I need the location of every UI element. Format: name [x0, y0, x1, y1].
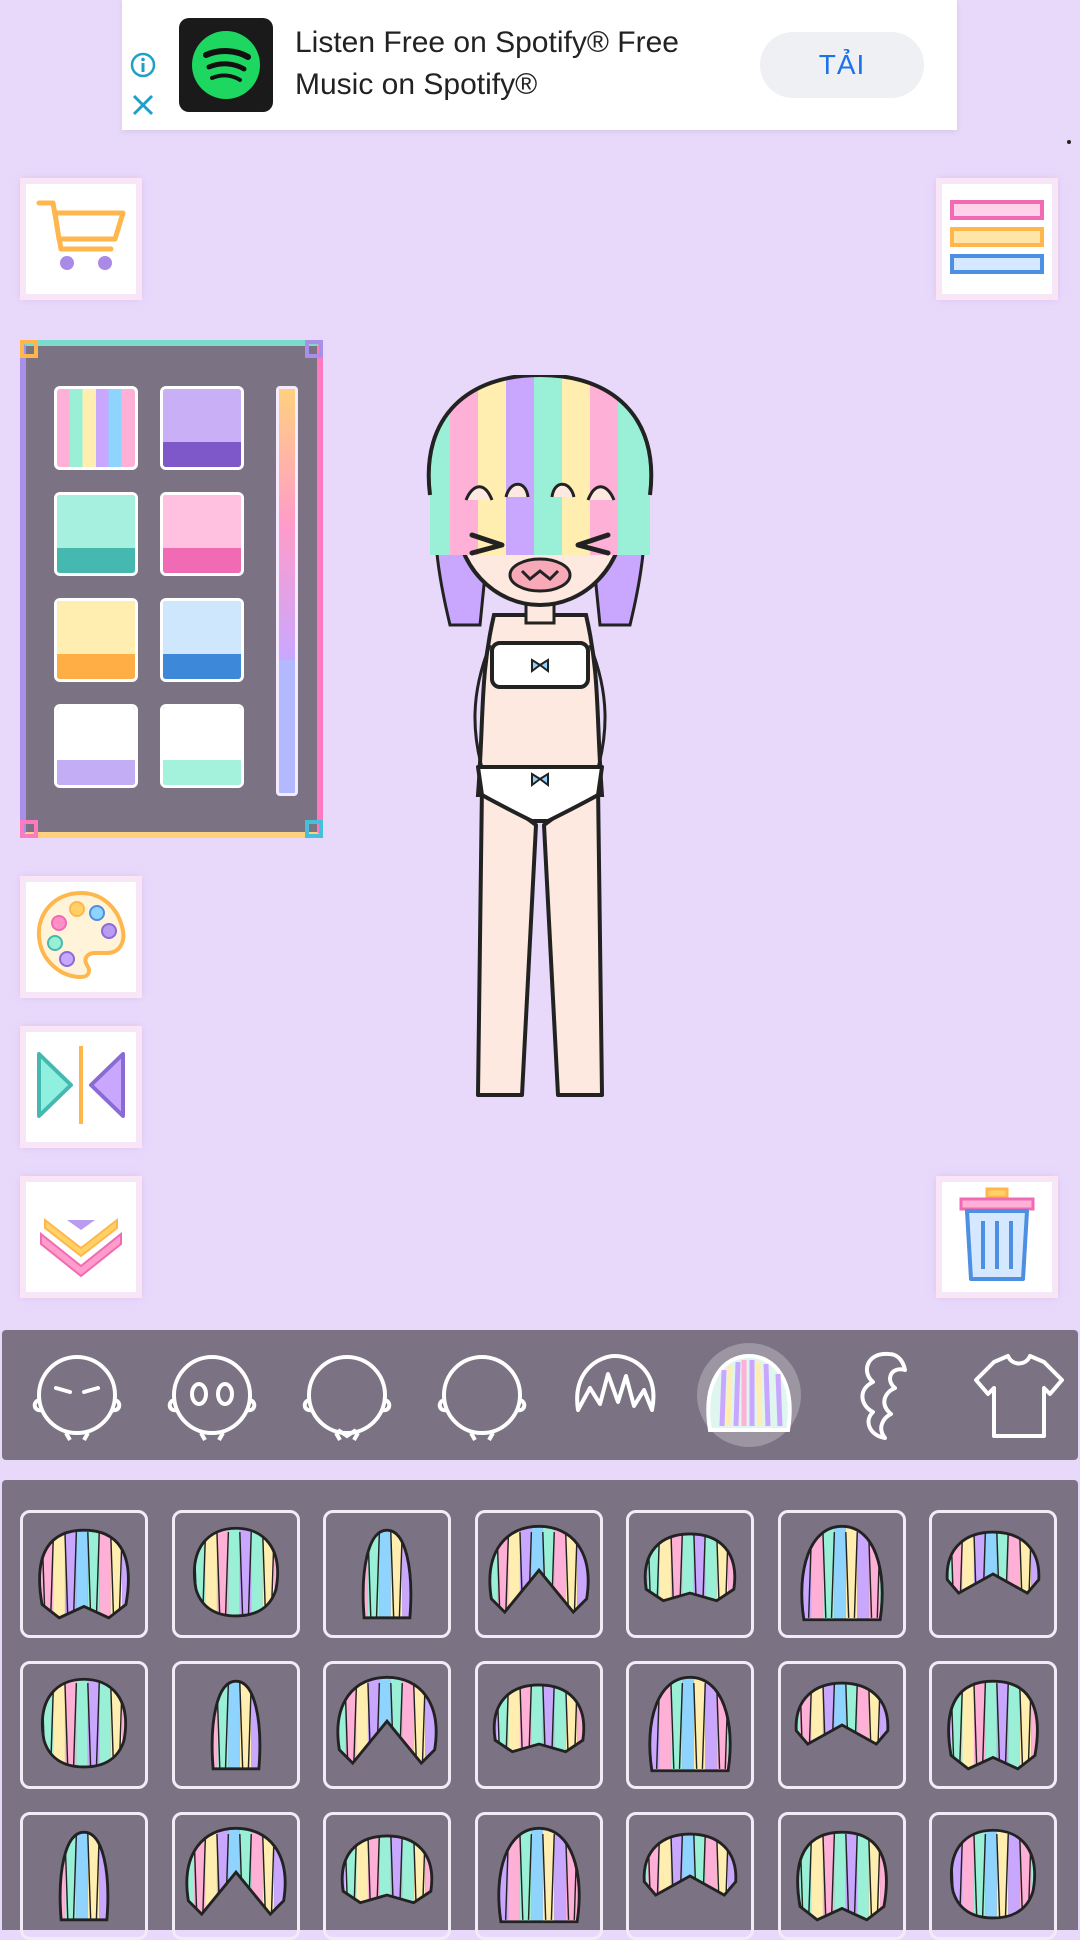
hair-item[interactable] [20, 1812, 148, 1940]
category-face-mouth-icon[interactable] [292, 1340, 402, 1450]
info-icon[interactable] [130, 52, 156, 78]
hair-thumbnail-icon [945, 1530, 1041, 1595]
face-blank-icon [437, 1355, 527, 1441]
category-hair-bangs-icon[interactable] [694, 1340, 804, 1450]
color-swatch-white-mint[interactable] [160, 704, 244, 788]
character-preview [410, 372, 670, 1105]
menu-icon [949, 196, 1045, 283]
hair-thumbnail-icon [642, 1832, 738, 1897]
hair-thumbnail-icon [336, 1675, 438, 1766]
flip-button[interactable] [22, 1028, 140, 1146]
category-hair-long-icon[interactable] [827, 1340, 937, 1450]
hair-thumbnail-icon [340, 1834, 434, 1905]
hair-thumbnail-icon [488, 1524, 589, 1615]
category-hair-short-icon[interactable] [560, 1340, 670, 1450]
color-slider[interactable] [276, 386, 298, 796]
hair-item[interactable] [171, 1661, 300, 1789]
hair-thumbnail-icon [185, 1826, 286, 1917]
hair-thumbnail-icon [38, 1528, 130, 1620]
hair-item[interactable] [929, 1510, 1057, 1638]
hair-item[interactable] [777, 1510, 906, 1638]
category-shirt-icon[interactable] [964, 1340, 1074, 1450]
menu-button[interactable] [938, 180, 1056, 298]
hair-item[interactable] [323, 1510, 451, 1638]
hair-item[interactable] [20, 1510, 148, 1638]
color-swatch-purple[interactable] [160, 386, 244, 470]
category-face-closed-eyes-icon[interactable] [22, 1340, 132, 1450]
status-dot [1067, 140, 1071, 144]
hair-item[interactable] [777, 1812, 906, 1940]
ad-install-button[interactable]: TẢI [760, 32, 924, 98]
collapse-button[interactable] [22, 1178, 140, 1296]
hair-thumbnail-icon [361, 1528, 413, 1620]
category-face-blank-icon[interactable] [427, 1340, 537, 1450]
color-slider-fill [279, 389, 295, 660]
hair-item[interactable] [626, 1812, 754, 1940]
hair-item[interactable] [20, 1661, 148, 1789]
ad-title[interactable]: Listen Free on Spotify® Free Music on Sp… [295, 22, 715, 106]
close-icon[interactable] [130, 92, 156, 118]
trash-button[interactable] [938, 1178, 1056, 1296]
hair-item[interactable] [474, 1661, 603, 1789]
flip-icon [31, 1040, 131, 1135]
hair-thumbnail-icon [795, 1830, 888, 1922]
hair-long-icon [860, 1351, 907, 1440]
hair-bangs-icon [697, 1343, 801, 1447]
hair-thumbnail-icon [492, 1683, 585, 1754]
hair-item[interactable] [323, 1812, 451, 1940]
hair-thumbnail-icon [496, 1826, 581, 1924]
hair-item[interactable] [626, 1661, 754, 1789]
hair-item[interactable] [323, 1661, 451, 1789]
face-closed-eyes-icon [32, 1355, 122, 1441]
trash-icon [957, 1187, 1037, 1288]
hair-item[interactable] [171, 1510, 300, 1638]
color-swatch-white-lavender[interactable] [54, 704, 138, 788]
hair-thumbnail-icon [643, 1532, 737, 1603]
face-eyes-icon [167, 1355, 257, 1441]
color-swatch-pink[interactable] [160, 492, 244, 576]
shirt-icon [974, 1354, 1064, 1438]
color-swatch-mint[interactable] [54, 492, 138, 576]
hair-item[interactable] [626, 1510, 754, 1638]
hair-thumbnail-icon [192, 1526, 279, 1618]
hair-thumbnail-icon [58, 1830, 110, 1922]
hair-item[interactable] [171, 1812, 300, 1940]
chevron-down-icon [31, 1190, 131, 1285]
hair-short-icon [575, 1354, 656, 1412]
hair-thumbnail-icon [794, 1681, 889, 1746]
ad-banner[interactable]: Listen Free on Spotify® Free Music on Sp… [122, 0, 957, 130]
hair-item[interactable] [474, 1510, 603, 1638]
spotify-logo [179, 18, 273, 112]
color-panel [20, 340, 323, 838]
color-swatch-blue[interactable] [160, 598, 244, 682]
hair-thumbnail-icon [648, 1675, 732, 1773]
color-swatch-yellow[interactable] [54, 598, 138, 682]
category-bar [2, 1330, 1078, 1460]
hair-thumbnail-icon [41, 1677, 127, 1769]
shop-button[interactable] [22, 180, 140, 298]
palette-button[interactable] [22, 878, 140, 996]
color-swatch-rainbow[interactable] [54, 386, 138, 470]
hair-item[interactable] [777, 1661, 906, 1789]
hair-thumbnail-icon [950, 1828, 1036, 1920]
category-face-eyes-icon[interactable] [157, 1340, 267, 1450]
color-palette-icon [33, 887, 129, 988]
hair-thumbnail-icon [210, 1679, 261, 1771]
hair-grid [2, 1480, 1078, 1940]
shopping-cart-icon [35, 197, 127, 282]
hair-item[interactable] [929, 1812, 1057, 1940]
face-mouth-icon [302, 1355, 392, 1441]
hair-thumbnail-icon [947, 1679, 1039, 1771]
hair-item[interactable] [474, 1812, 603, 1940]
hair-thumbnail-icon [799, 1524, 884, 1622]
hair-item[interactable] [929, 1661, 1057, 1789]
